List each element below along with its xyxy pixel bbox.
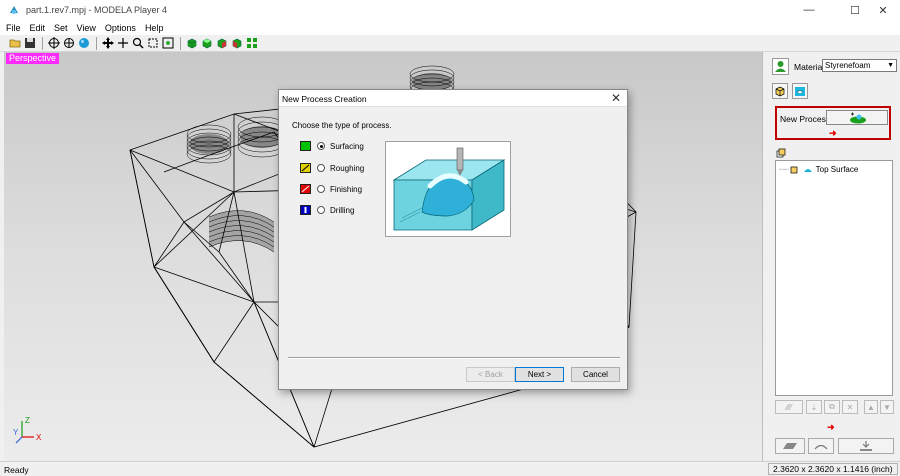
- perspective-label: Perspective: [6, 53, 60, 64]
- toolbar-separator: [42, 36, 43, 50]
- cut-button[interactable]: [838, 438, 894, 454]
- cancel-button[interactable]: Cancel: [571, 367, 620, 382]
- status-bar: Ready 2.3620 x 2.3620 x 1.1416 (inch): [0, 461, 900, 476]
- arrow-down-icon: ➜: [827, 422, 835, 432]
- menu-set[interactable]: Set: [54, 23, 68, 33]
- view-crosshair-icon[interactable]: [62, 36, 76, 50]
- material-value: Styrenefoam: [825, 61, 871, 70]
- cube-iso-icon[interactable]: [230, 36, 244, 50]
- zoom-icon[interactable]: [131, 36, 145, 50]
- new-process-dialog: New Process Creation ✕ Choose the type o…: [278, 89, 628, 390]
- app-icon: [10, 6, 18, 14]
- process-view-button[interactable]: [792, 83, 808, 99]
- surfacing-icon: [803, 169, 812, 172]
- axis-x-label: X: [36, 433, 42, 442]
- move-up-button[interactable]: ▲: [864, 400, 878, 414]
- box-model-button[interactable]: [772, 83, 788, 99]
- tree-tab-icon[interactable]: [775, 147, 788, 158]
- roughing-radio[interactable]: [317, 164, 325, 172]
- toolbar: [0, 35, 900, 52]
- move-down-button[interactable]: ▼: [880, 400, 894, 414]
- back-button[interactable]: < Back: [466, 367, 515, 382]
- tree-item-top-surface[interactable]: ┈┈ Top Surface: [779, 165, 858, 174]
- cube-front-icon[interactable]: [185, 36, 199, 50]
- window-title: part.1.rev7.mpj - MODELA Player 4: [26, 5, 168, 15]
- cube-top-icon[interactable]: [200, 36, 214, 50]
- process-tree[interactable]: ┈┈ Top Surface: [775, 160, 893, 396]
- fit-view-icon[interactable]: [146, 36, 160, 50]
- option-label: Drilling: [330, 205, 355, 215]
- close-window-button[interactable]: ✕: [866, 0, 900, 20]
- new-process-button[interactable]: [826, 110, 888, 125]
- next-button[interactable]: Next >: [515, 367, 564, 382]
- menu-view[interactable]: View: [77, 23, 96, 33]
- toolbar-separator: [180, 36, 181, 50]
- surfacing-icon: [300, 141, 311, 151]
- surfacing-radio[interactable]: [317, 142, 325, 150]
- simulate-button[interactable]: [808, 438, 834, 454]
- save-icon[interactable]: [23, 36, 37, 50]
- dialog-divider: [288, 357, 620, 359]
- option-roughing[interactable]: Roughing: [300, 163, 364, 173]
- title-bar: part.1.rev7.mpj - MODELA Player 4 — ☐ ✕: [0, 0, 900, 20]
- tree-connector: ┈┈: [779, 165, 789, 174]
- option-label: Finishing: [330, 184, 363, 194]
- view-center-icon[interactable]: [47, 36, 61, 50]
- minimize-button[interactable]: —: [792, 0, 826, 20]
- tree-item-label: Top Surface: [815, 165, 859, 174]
- finishing-icon: [300, 184, 311, 194]
- axis-z-label: Z: [25, 416, 30, 425]
- new-process-highlight: New Process ➜: [775, 106, 891, 140]
- material-icon[interactable]: [772, 58, 789, 75]
- axis-triad: Z Y X: [13, 416, 42, 444]
- preview-cut-button[interactable]: [775, 438, 805, 454]
- option-label: Surfacing: [330, 141, 364, 151]
- grid-view-icon[interactable]: [245, 36, 259, 50]
- pan-icon[interactable]: [101, 36, 115, 50]
- process-panel: Material Styrenefoam ▼ New Process ➜ ┈┈ …: [766, 52, 900, 461]
- menu-file[interactable]: File: [6, 23, 21, 33]
- close-icon[interactable]: ✕: [611, 91, 621, 105]
- process-preview-image: [385, 141, 511, 237]
- option-surfacing[interactable]: Surfacing: [300, 141, 364, 151]
- material-label: Material: [794, 62, 825, 72]
- open-folder-icon[interactable]: [8, 36, 22, 50]
- dialog-title: New Process Creation: [282, 94, 367, 104]
- chevron-down-icon: ▼: [887, 62, 894, 69]
- dialog-prompt: Choose the type of process.: [292, 121, 392, 130]
- status-text: Ready: [4, 465, 29, 475]
- move-icon[interactable]: [116, 36, 130, 50]
- path-preview-button[interactable]: ⁄⁄⁄⁄: [775, 400, 803, 414]
- arrow-down-icon: ➜: [829, 128, 837, 138]
- menu-edit[interactable]: Edit: [30, 23, 46, 33]
- zoom-region-icon[interactable]: [161, 36, 175, 50]
- model-dimensions: 2.3620 x 2.3620 x 1.1416 (inch): [768, 463, 898, 475]
- delete-process-button[interactable]: ✕: [842, 400, 858, 414]
- option-label: Roughing: [330, 163, 365, 173]
- process-node-icon: [790, 166, 797, 174]
- material-select[interactable]: Styrenefoam ▼: [822, 59, 897, 72]
- finishing-radio[interactable]: [317, 185, 325, 193]
- copy-process-button[interactable]: ⧉: [824, 400, 840, 414]
- toolbar-separator: [96, 36, 97, 50]
- sphere-view-icon[interactable]: [77, 36, 91, 50]
- drilling-icon: [300, 205, 311, 215]
- cube-side-icon[interactable]: [215, 36, 229, 50]
- dialog-title-bar: New Process Creation ✕: [279, 90, 627, 107]
- option-finishing[interactable]: Finishing: [300, 184, 362, 194]
- menu-options[interactable]: Options: [105, 23, 136, 33]
- drilling-radio[interactable]: [317, 206, 325, 214]
- roughing-icon: [300, 163, 311, 173]
- menu-help[interactable]: Help: [145, 23, 164, 33]
- axis-y-label: Y: [13, 428, 19, 437]
- option-drilling[interactable]: Drilling: [300, 205, 354, 215]
- menu-bar: File Edit Set View Options Help: [0, 20, 900, 35]
- process-edit-button[interactable]: ⇣: [806, 400, 822, 414]
- new-process-label: New Process: [780, 114, 831, 124]
